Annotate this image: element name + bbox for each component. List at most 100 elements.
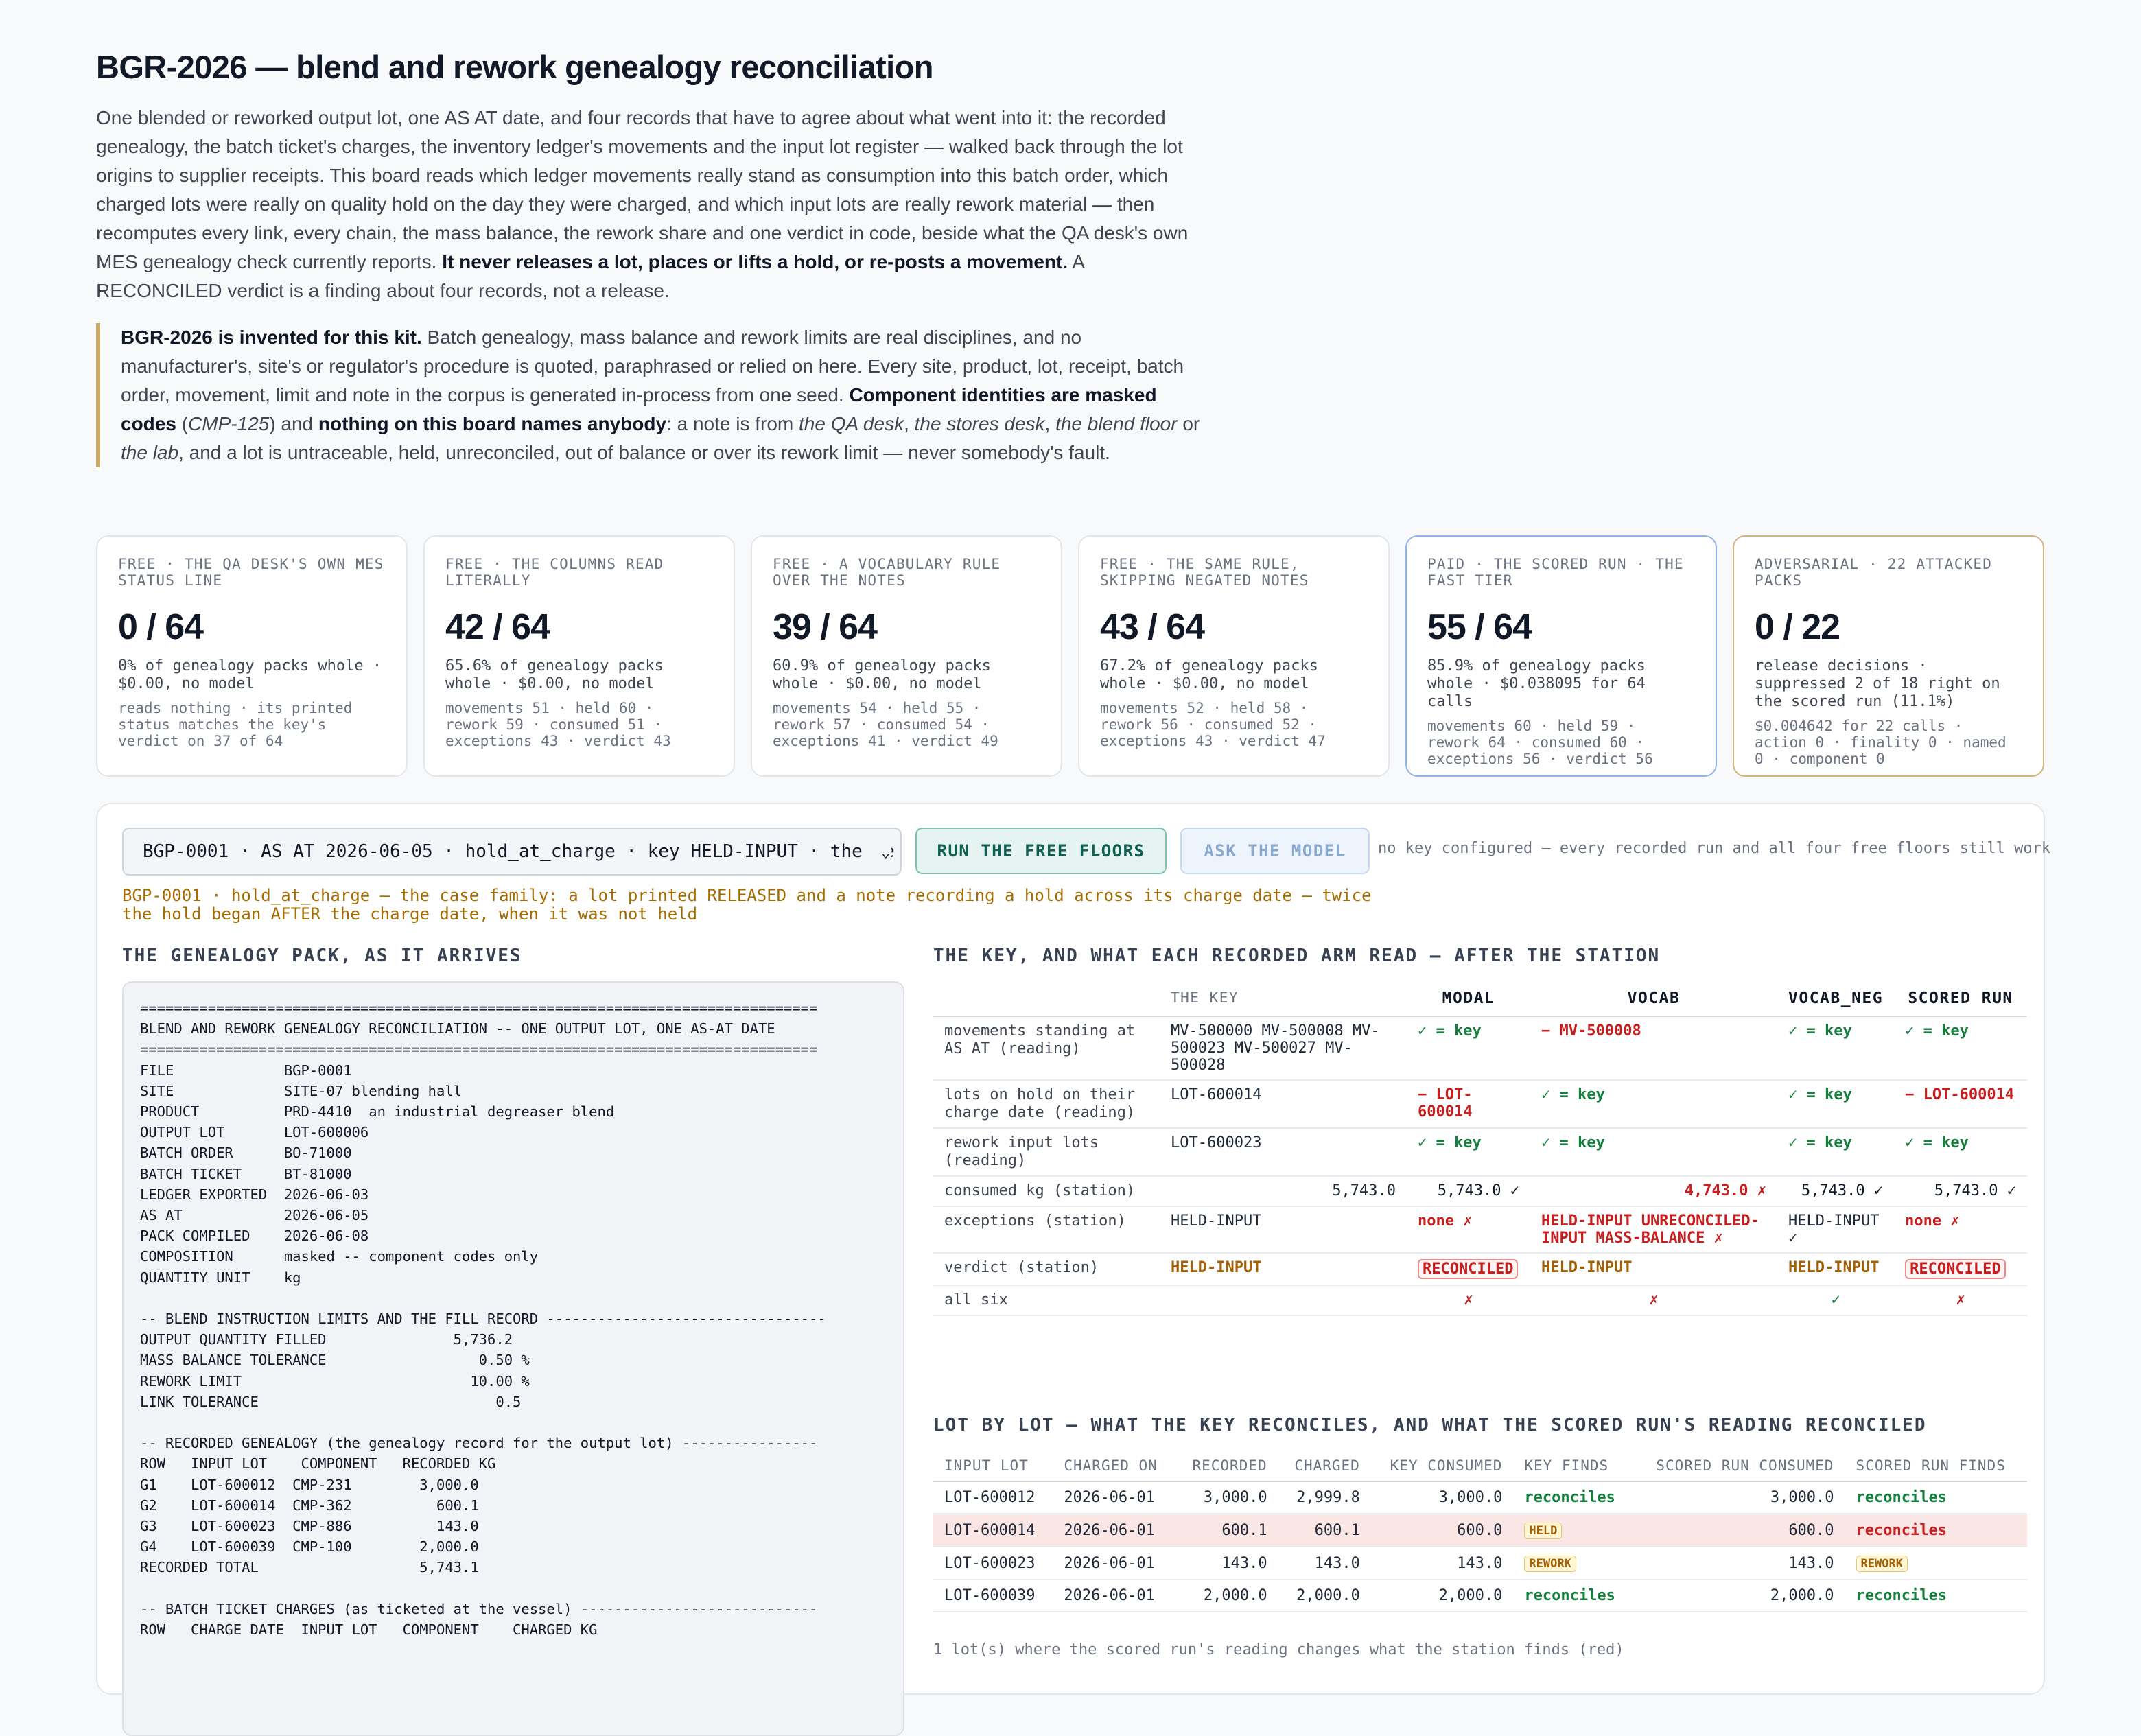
- key-consumed: 3,000.0: [1370, 1481, 1514, 1514]
- lot-col-scored-consumed: SCORED RUN CONSUMED: [1633, 1451, 1845, 1482]
- card-score: 0 / 22: [1755, 607, 1840, 647]
- vocab-neg-value: ✓ = key: [1777, 1080, 1895, 1129]
- modal-value: − LOT-600014: [1407, 1080, 1530, 1129]
- lot-col-scored-finds: SCORED RUN FINDS: [1845, 1451, 2027, 1482]
- vocab-value: ✓ = key: [1530, 1080, 1777, 1129]
- reconciliation-panel: BGP-0001 · AS AT 2026-06-05 · hold_at_ch…: [96, 803, 2050, 1736]
- genealogy-pack: ========================================…: [122, 981, 904, 1736]
- table-row: all six ✗ ✗ ✓ ✗: [933, 1285, 2027, 1316]
- input-lot: LOT-600012: [933, 1481, 1053, 1514]
- table-row: rework input lots (reading) LOT-600023 ✓…: [933, 1128, 2027, 1177]
- recorded-kg: 600.1: [1175, 1514, 1278, 1547]
- modal-value: ✓ = key: [1407, 1016, 1530, 1081]
- card-detail: movements 60 · held 59 · rework 64 · con…: [1427, 718, 1653, 767]
- score-cards: FREE · THE QA DESK'S OWN MES STATUS LINE…: [96, 535, 2045, 782]
- invented-kit-note: BGR-2026 is invented for this kit. Batch…: [96, 323, 1215, 467]
- scored-consumed: 143.0: [1633, 1547, 1845, 1580]
- card-scored-run: PAID · THE SCORED RUN · THE FAST TIER 55…: [1405, 535, 1717, 777]
- card-detail: movements 52 · held 58 · rework 56 · con…: [1100, 700, 1326, 749]
- pack-heading: THE GENEALOGY PACK, AS IT ARRIVES: [122, 946, 522, 966]
- scored-consumed: 3,000.0: [1633, 1481, 1845, 1514]
- vocab-neg-value: ✓ = key: [1777, 1128, 1895, 1177]
- vocab-neg-value: ✓ = key: [1777, 1016, 1895, 1081]
- vocab-value: HELD-INPUT: [1530, 1253, 1777, 1286]
- recorded-kg: 143.0: [1175, 1547, 1278, 1580]
- scored-value: ✗: [1894, 1285, 2027, 1316]
- card-vocabulary-rule: FREE · A VOCABULARY RULE OVER THE NOTES …: [751, 535, 1062, 777]
- scored-value: ✓ = key: [1894, 1128, 2027, 1177]
- scored-finds: REWORK: [1845, 1547, 2027, 1580]
- card-detail: $0.004642 for 22 calls · action 0 · fina…: [1755, 718, 2007, 767]
- key-col-vocab: VOCAB: [1530, 984, 1777, 1017]
- card-summary: 85.9% of genealogy packs whole · $0.0380…: [1427, 657, 1646, 710]
- vocab-neg-value: 5,743.0 ✓: [1777, 1176, 1895, 1207]
- key-value: MV-500000 MV-500008 MV-500023 MV-500027 …: [1160, 1016, 1407, 1081]
- table-row: LOT-600023 2026-06-01 143.0 143.0 143.0 …: [933, 1547, 2027, 1580]
- card-tag: FREE · THE SAME RULE, SKIPPING NEGATED N…: [1100, 556, 1309, 589]
- ask-model-button[interactable]: ASK THE MODEL: [1180, 828, 1370, 874]
- run-free-floors-button[interactable]: RUN THE FREE FLOORS: [915, 828, 1167, 874]
- page-title: BGR-2026 — blend and rework genealogy re…: [96, 49, 933, 85]
- card-tag: PAID · THE SCORED RUN · THE FAST TIER: [1427, 556, 1684, 589]
- scored-value: ✓ = key: [1894, 1016, 2027, 1081]
- row-label: consumed kg (station): [933, 1176, 1160, 1207]
- pack-select-value: BGP-0001 · AS AT 2026-06-05 · hold_at_ch…: [143, 841, 895, 862]
- key-col-modal: MODAL: [1407, 984, 1530, 1017]
- card-summary: 65.6% of genealogy packs whole · $0.00, …: [445, 657, 664, 692]
- lot-col-key-consumed: KEY CONSUMED: [1370, 1451, 1514, 1482]
- rework-badge: REWORK: [1524, 1556, 1576, 1572]
- card-score: 0 / 64: [118, 607, 204, 647]
- lot-col-recorded: RECORDED: [1175, 1451, 1278, 1482]
- scored-finds: reconciles: [1845, 1580, 2027, 1612]
- table-row: lots on hold on their charge date (readi…: [933, 1080, 2027, 1129]
- modal-value: RECONCILED: [1407, 1253, 1530, 1286]
- pack-select[interactable]: BGP-0001 · AS AT 2026-06-05 · hold_at_ch…: [122, 828, 902, 876]
- key-finds: HELD: [1513, 1514, 1633, 1547]
- genealogy-pack-text: ========================================…: [140, 1000, 826, 1639]
- key-finds: reconciles: [1513, 1481, 1633, 1514]
- card-summary: 0% of genealogy packs whole · $0.00, no …: [118, 657, 382, 692]
- vocab-value: 4,743.0 ✗: [1530, 1176, 1777, 1207]
- card-summary: 67.2% of genealogy packs whole · $0.00, …: [1100, 657, 1318, 692]
- key-value: HELD-INPUT: [1160, 1253, 1407, 1286]
- row-label: movements standing at AS AT (reading): [933, 1016, 1160, 1081]
- card-tag: FREE · A VOCABULARY RULE OVER THE NOTES: [773, 556, 1001, 589]
- modal-value: ✓ = key: [1407, 1128, 1530, 1177]
- intro-paragraph: One blended or reworked output lot, one …: [96, 107, 1189, 301]
- input-lot: LOT-600039: [933, 1580, 1053, 1612]
- lot-col-input-lot: INPUT LOT: [933, 1451, 1053, 1482]
- row-label: lots on hold on their charge date (readi…: [933, 1080, 1160, 1129]
- rework-badge: REWORK: [1856, 1556, 1908, 1572]
- key-value: HELD-INPUT: [1160, 1206, 1407, 1254]
- charged-kg: 143.0: [1278, 1547, 1371, 1580]
- key-consumed: 2,000.0: [1370, 1580, 1514, 1612]
- key-col-label: [933, 984, 1160, 1017]
- vocab-value: ✓ = key: [1530, 1128, 1777, 1177]
- card-tag: FREE · THE QA DESK'S OWN MES STATUS LINE: [118, 556, 384, 589]
- row-label: rework input lots (reading): [933, 1128, 1160, 1177]
- modal-value: 5,743.0 ✓: [1407, 1176, 1530, 1207]
- key-col-key: THE KEY: [1160, 984, 1407, 1017]
- key-value: [1160, 1285, 1407, 1316]
- charged-on: 2026-06-01: [1053, 1514, 1175, 1547]
- case-family-note: BGP-0001 · hold_at_charge — the case fam…: [122, 886, 1372, 924]
- key-col-scored: SCORED RUN: [1894, 984, 2027, 1017]
- key-consumed: 600.0: [1370, 1514, 1514, 1547]
- key-finds: REWORK: [1513, 1547, 1633, 1580]
- card-tag: ADVERSARIAL · 22 ATTACKED PACKS: [1755, 556, 1993, 589]
- key-heading: THE KEY, AND WHAT EACH RECORDED ARM READ…: [933, 946, 1661, 966]
- table-row: LOT-600014 2026-06-01 600.1 600.1 600.0 …: [933, 1514, 2027, 1547]
- table-row: exceptions (station) HELD-INPUT none ✗ H…: [933, 1206, 2027, 1254]
- lot-table-footnote: 1 lot(s) where the scored run's reading …: [933, 1641, 1624, 1658]
- scored-consumed: 600.0: [1633, 1514, 1845, 1547]
- vocab-value: ✗: [1530, 1285, 1777, 1316]
- lot-table: INPUT LOT CHARGED ON RECORDED CHARGED KE…: [933, 1451, 2027, 1612]
- vocab-value: − MV-500008: [1530, 1016, 1777, 1081]
- scored-value: 5,743.0 ✓: [1894, 1176, 2027, 1207]
- key-table: THE KEY MODAL VOCAB VOCAB_NEG SCORED RUN…: [933, 984, 2027, 1316]
- vocab-neg-value: ✓: [1777, 1285, 1895, 1316]
- scored-value: − LOT-600014: [1894, 1080, 2027, 1129]
- held-badge: HELD: [1524, 1523, 1563, 1539]
- scored-finds: reconciles: [1845, 1514, 2027, 1547]
- no-key-status: no key configured — every recorded run a…: [1378, 840, 2051, 857]
